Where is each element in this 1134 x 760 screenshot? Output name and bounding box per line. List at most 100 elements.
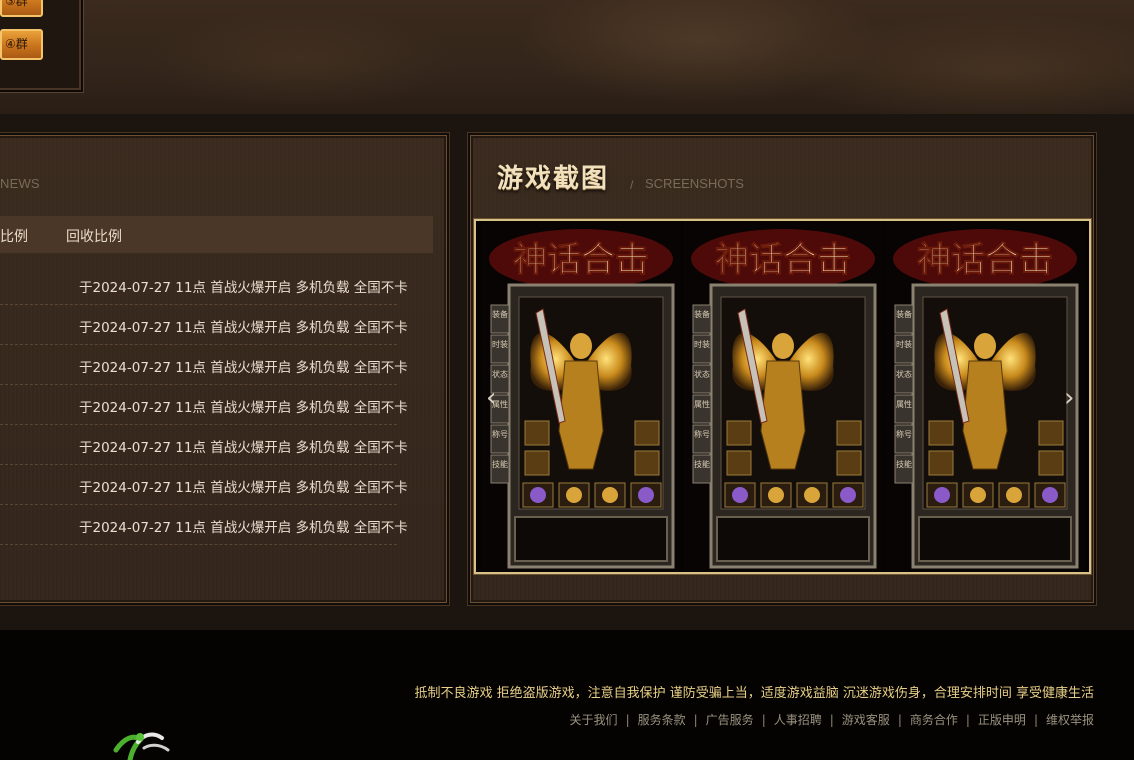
equipment-item-icon	[602, 487, 618, 503]
equipment-side-tab-label: 时装	[492, 339, 508, 349]
link-separator: |	[829, 713, 834, 727]
screenshot-thumbnail[interactable]: 神话合击LEGEND OF MIR2装备时装状态属性称号技能	[885, 221, 1085, 572]
equipment-side-tab-label: 时装	[896, 339, 912, 349]
footer-link-business[interactable]: 商务合作	[910, 713, 958, 727]
footer-link-report[interactable]: 维权举报	[1046, 713, 1094, 727]
item-info-box	[514, 516, 668, 562]
qq-group-3-button[interactable]: ③群	[0, 0, 43, 17]
equipment-slot	[836, 450, 862, 476]
footer-link-support[interactable]: 游戏客服	[842, 713, 890, 727]
character-armor	[760, 360, 806, 470]
link-separator: |	[625, 713, 630, 727]
equipment-item-icon	[638, 487, 654, 503]
equipment-side-tab-label: 时装	[694, 339, 710, 349]
news-table-header	[0, 216, 433, 253]
footer-link-terms[interactable]: 服务条款	[638, 713, 686, 727]
news-item-text[interactable]: 于2024-07-27 11点 首战火爆开启 多机负载 全国不卡	[79, 276, 408, 296]
news-item-text[interactable]: 于2024-07-27 11点 首战火爆开启 多机负载 全国不卡	[79, 396, 408, 416]
equipment-side-tab-label: 装备	[896, 309, 912, 319]
footer-link-ads[interactable]: 广告服务	[706, 713, 754, 727]
news-item-text[interactable]: 于2024-07-27 11点 首战火爆开启 多机负载 全国不卡	[79, 316, 408, 336]
equipment-side-tab-label: 称号	[896, 429, 912, 439]
equipment-slot	[634, 420, 660, 446]
character-head	[772, 333, 794, 359]
title-separator: /	[630, 178, 634, 192]
carousel-next-arrow[interactable]: ›	[1064, 384, 1080, 412]
equipment-side-tab-label: 技能	[694, 459, 710, 469]
screenshot-carousel[interactable]: 神话合击LEGEND OF MIR2装备时装状态属性称号技能 神话合击LEGEN…	[474, 219, 1091, 574]
game-logo-text: 神话合击	[715, 240, 851, 280]
news-item[interactable]: 于2024-07-27 11点 首战火爆开启 多机负载 全国不卡	[0, 345, 408, 385]
news-item-text[interactable]: 于2024-07-27 11点 首战火爆开启 多机负载 全国不卡	[79, 516, 408, 536]
equipment-slot	[524, 420, 550, 446]
game-logo-text: 神话合击	[513, 240, 649, 280]
screenshots-english-label: SCREENSHOTS	[645, 176, 744, 191]
item-info-box	[918, 516, 1072, 562]
footer-link-about[interactable]: 关于我们	[570, 713, 618, 727]
news-item-text[interactable]: 于2024-07-27 11点 首战火爆开启 多机负载 全国不卡	[79, 356, 408, 376]
equipment-side-tab-label: 装备	[492, 309, 508, 319]
character-head	[974, 333, 996, 359]
character-armor	[558, 360, 604, 470]
news-item-text[interactable]: 于2024-07-27 11点 首战火爆开启 多机负载 全国不卡	[79, 476, 408, 496]
news-col-ratio: 比例	[0, 229, 28, 245]
equipment-item-icon	[1006, 487, 1022, 503]
news-item-text[interactable]: 于2024-07-27 11点 首战火爆开启 多机负载 全国不卡	[79, 436, 408, 456]
equipment-side-tab-label: 属性	[896, 399, 912, 409]
equipment-item-icon	[732, 487, 748, 503]
carousel-prev-arrow[interactable]: ‹	[486, 384, 502, 412]
equipment-side-tab-label: 状态	[694, 369, 710, 379]
news-item[interactable]: 于2024-07-27 11点 首战火爆开启 多机负载 全国不卡	[0, 465, 408, 505]
equipment-item-icon	[530, 487, 546, 503]
equipment-slot	[928, 450, 954, 476]
equipment-side-tab-label: 状态	[492, 369, 508, 379]
equipment-item-icon	[934, 487, 950, 503]
equipment-slot	[726, 420, 752, 446]
equipment-item-icon	[566, 487, 582, 503]
screenshot-thumbnail[interactable]: 神话合击LEGEND OF MIR2装备时装状态属性称号技能	[481, 221, 681, 572]
qq-group-4-button[interactable]: ④群	[0, 29, 43, 60]
equipment-item-icon	[840, 487, 856, 503]
news-item[interactable]: 于2024-07-27 11点 首战火爆开启 多机负载 全国不卡	[0, 305, 408, 345]
screenshots-title: 游戏截图	[497, 164, 610, 194]
screenshot-thumbnail[interactable]: 神话合击LEGEND OF MIR2装备时装状态属性称号技能	[683, 221, 883, 572]
equipment-slot	[836, 420, 862, 446]
equipment-slot	[1038, 450, 1064, 476]
news-item[interactable]: 于2024-07-27 11点 首战火爆开启 多机负载 全国不卡	[0, 385, 408, 425]
equipment-side-tab-label: 称号	[492, 429, 508, 439]
character-armor	[962, 360, 1008, 470]
news-item[interactable]: 于2024-07-27 11点 首战火爆开启 多机负载 全国不卡	[0, 265, 408, 305]
footer-links: 关于我们 | 服务条款 | 广告服务 | 人事招聘 | 游戏客服 | 商务合作 | 正版申明 | 维权举报	[570, 711, 1094, 728]
footer-link-jobs[interactable]: 人事招聘	[774, 713, 822, 727]
link-separator: |	[1033, 713, 1038, 727]
news-col-recycle[interactable]: 回收比例	[66, 226, 122, 246]
equipment-side-tab-label: 称号	[694, 429, 710, 439]
equipment-item-icon	[1042, 487, 1058, 503]
company-logo-icon	[113, 732, 170, 760]
equipment-item-icon	[970, 487, 986, 503]
footer-health-warning: 抵制不良游戏 拒绝盗版游戏，注意自我保护 谨防受骗上当，适度游戏益脑 沉迷游戏伤…	[414, 686, 1094, 701]
link-separator: |	[693, 713, 698, 727]
equipment-side-tab-label: 状态	[896, 369, 912, 379]
equipment-side-tab-label: 装备	[694, 309, 710, 319]
character-head	[570, 333, 592, 359]
item-info-box	[716, 516, 870, 562]
footer-link-copyright[interactable]: 正版申明	[978, 713, 1026, 727]
equipment-slot	[928, 420, 954, 446]
equipment-side-tab-label: 技能	[896, 459, 912, 469]
link-separator: |	[965, 713, 970, 727]
equipment-item-icon	[804, 487, 820, 503]
news-list: 于2024-07-27 11点 首战火爆开启 多机负载 全国不卡 于2024-0…	[0, 265, 408, 545]
news-english-label: NEWS	[0, 176, 40, 191]
news-item[interactable]: 于2024-07-27 11点 首战火爆开启 多机负载 全国不卡	[0, 505, 408, 545]
game-logo-text: 神话合击	[917, 240, 1053, 280]
link-separator: |	[897, 713, 902, 727]
link-separator: |	[761, 713, 766, 727]
equipment-side-tab-label: 属性	[694, 399, 710, 409]
equipment-item-icon	[768, 487, 784, 503]
top-banner	[0, 0, 1134, 114]
equipment-slot	[634, 450, 660, 476]
news-item[interactable]: 于2024-07-27 11点 首战火爆开启 多机负载 全国不卡	[0, 425, 408, 465]
equipment-side-tab-label: 技能	[492, 459, 508, 469]
equipment-slot	[524, 450, 550, 476]
